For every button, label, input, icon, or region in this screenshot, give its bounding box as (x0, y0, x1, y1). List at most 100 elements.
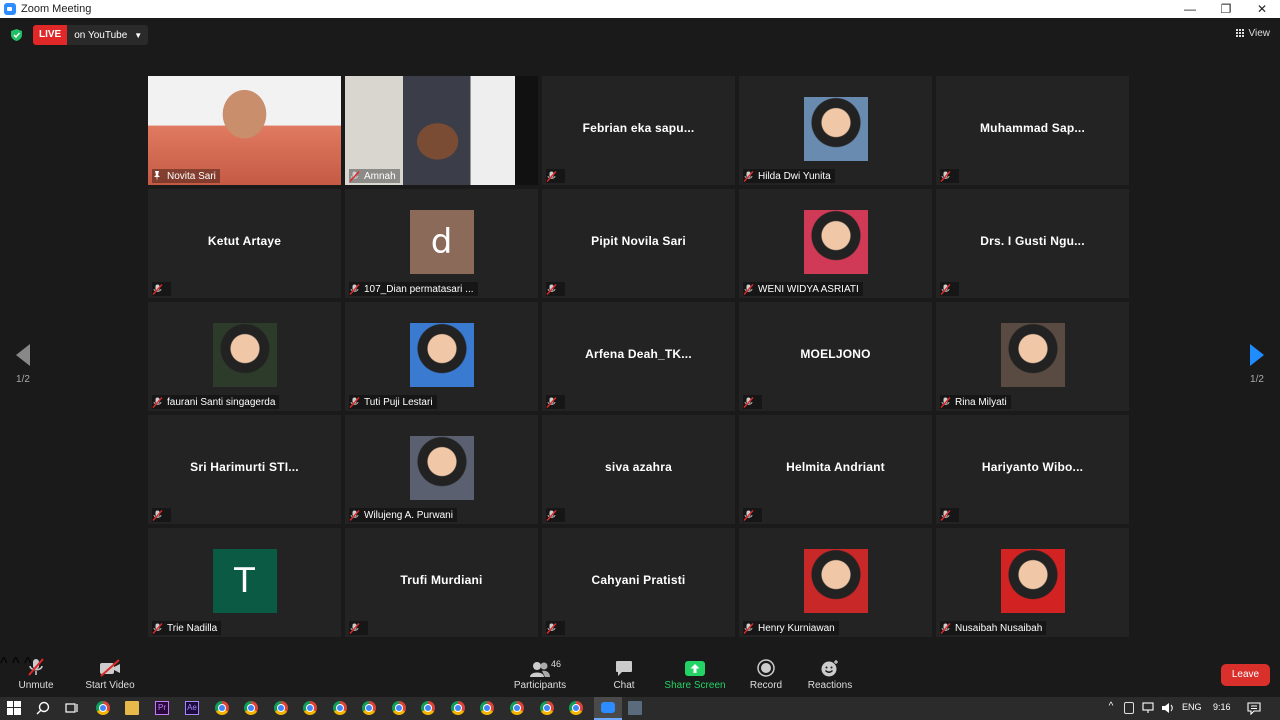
participant-tile[interactable]: Drs. I Gusti Ngu... (936, 189, 1129, 298)
participant-tile[interactable]: Cahyani Pratisti (542, 528, 735, 637)
participant-tile[interactable]: Febrian eka sapu... (542, 76, 735, 185)
participant-name-label (546, 169, 565, 183)
meeting-area: LIVE on YouTube ▼ View 1/2 1/2 Novita Sa… (0, 18, 1280, 655)
participant-center-name: Arfena Deah_TK... (585, 347, 692, 361)
zoom-taskbar-button[interactable] (594, 697, 622, 720)
chrome-taskbar-icon[interactable] (569, 701, 583, 715)
participant-name-label (152, 508, 171, 522)
mic-muted-icon (546, 283, 557, 295)
participants-button[interactable]: Participants (500, 655, 580, 697)
participant-tile[interactable]: Wilujeng A. Purwani (345, 415, 538, 524)
network-icon[interactable] (1142, 701, 1156, 715)
participant-tile[interactable]: Hariyanto Wibo... (936, 415, 1129, 524)
chrome-taskbar-icon[interactable] (274, 701, 288, 715)
after-effects-icon[interactable]: Ae (185, 701, 199, 715)
chrome-taskbar-icon[interactable] (96, 701, 110, 715)
participant-tile[interactable]: Nusaibah Nusaibah (936, 528, 1129, 637)
chevron-up-icon[interactable]: ^ (1104, 701, 1118, 715)
participant-tile[interactable]: Tuti Puji Lestari (345, 302, 538, 411)
chrome-taskbar-icon[interactable] (303, 701, 317, 715)
participant-tile[interactable]: Sri Harimurti STI... (148, 415, 341, 524)
notification-icon[interactable] (1247, 701, 1261, 715)
participant-name: WENI WIDYA ASRIATI (758, 283, 859, 295)
device-tray-icon[interactable] (1124, 702, 1134, 714)
participant-name: Amnah (364, 170, 396, 182)
chrome-taskbar-icon[interactable] (392, 701, 406, 715)
volume-icon[interactable] (1161, 701, 1175, 715)
arrow-left-icon (16, 344, 30, 366)
task-view-icon[interactable] (65, 701, 79, 715)
close-button[interactable]: ✕ (1244, 0, 1280, 18)
participant-tile[interactable]: Muhammad Sap... (936, 76, 1129, 185)
participant-name-label (743, 508, 762, 522)
leave-button[interactable]: Leave (1221, 664, 1270, 686)
live-stream-badge[interactable]: LIVE on YouTube ▼ (33, 25, 149, 45)
chrome-taskbar-icon[interactable] (421, 701, 435, 715)
mic-muted-icon (940, 509, 951, 521)
chrome-taskbar-icon[interactable] (510, 701, 524, 715)
participant-name-label: 107_Dian permatasari ... (349, 282, 478, 296)
security-shield-icon[interactable] (11, 29, 22, 41)
app-taskbar-icon[interactable] (628, 701, 642, 715)
mic-muted-icon (546, 396, 557, 408)
participant-tile[interactable]: d 107_Dian permatasari ... (345, 189, 538, 298)
participant-tile[interactable]: Henry Kurniawan (739, 528, 932, 637)
share-screen-button[interactable]: Share Screen (655, 655, 735, 697)
participant-tile[interactable]: siva azahra (542, 415, 735, 524)
language-indicator[interactable]: ENG (1182, 702, 1202, 712)
chat-button[interactable]: Chat (584, 655, 664, 697)
participant-center-name: Helmita Andriant (786, 460, 885, 474)
mic-muted-icon (349, 283, 360, 295)
participants-label: Participants (513, 680, 567, 691)
pin-icon (154, 171, 160, 181)
participant-tile[interactable]: Ketut Artaye (148, 189, 341, 298)
start-video-button[interactable]: Start Video (70, 655, 150, 697)
reactions-button[interactable]: Reactions (790, 655, 870, 697)
participant-tile[interactable]: Hilda Dwi Yunita (739, 76, 932, 185)
mic-muted-icon (349, 170, 360, 182)
mic-muted-icon (349, 509, 360, 521)
participant-tile[interactable]: Arfena Deah_TK... (542, 302, 735, 411)
next-page-button[interactable]: 1/2 (1247, 344, 1267, 385)
participant-center-name: Sri Harimurti STI... (190, 460, 299, 474)
participant-tile[interactable]: Pipit Novila Sari (542, 189, 735, 298)
participant-tile[interactable]: Rina Milyati (936, 302, 1129, 411)
chrome-taskbar-icon[interactable] (333, 701, 347, 715)
unmute-button[interactable]: Unmute (0, 655, 76, 697)
participant-tile[interactable]: WENI WIDYA ASRIATI (739, 189, 932, 298)
file-explorer-icon[interactable] (125, 701, 139, 715)
participant-name-label (349, 621, 368, 635)
view-label: View (1248, 28, 1271, 39)
participant-name-label: Henry Kurniawan (743, 621, 839, 635)
premiere-pro-icon[interactable]: Pr (155, 701, 169, 715)
chrome-taskbar-icon[interactable] (540, 701, 554, 715)
chevron-down-icon: ▼ (134, 30, 143, 40)
participant-avatar (803, 210, 868, 274)
participant-tile[interactable]: MOELJONO (739, 302, 932, 411)
participant-tile[interactable]: Amnah (345, 76, 538, 185)
participant-tile[interactable]: Novita Sari (148, 76, 341, 185)
windows-taskbar: Pr Ae ^ ENG 9:16 (0, 697, 1280, 720)
chrome-taskbar-icon[interactable] (480, 701, 494, 715)
participant-tile[interactable]: Trufi Murdiani (345, 528, 538, 637)
participant-center-name: Febrian eka sapu... (582, 121, 695, 135)
clock-time[interactable]: 9:16 (1213, 702, 1231, 712)
chrome-taskbar-icon[interactable] (362, 701, 376, 715)
windows-start-icon[interactable] (7, 701, 21, 715)
participant-tile[interactable]: faurani Santi singagerda (148, 302, 341, 411)
previous-page-button[interactable]: 1/2 (13, 344, 33, 385)
search-icon[interactable] (36, 701, 50, 715)
chrome-taskbar-icon[interactable] (244, 701, 258, 715)
chrome-taskbar-icon[interactable] (451, 701, 465, 715)
minimize-button[interactable]: — (1172, 0, 1208, 18)
restore-button[interactable]: ❐ (1208, 0, 1244, 18)
view-button[interactable]: View (1235, 28, 1271, 39)
zoom-taskbar-icon (601, 702, 615, 713)
chrome-taskbar-icon[interactable] (215, 701, 229, 715)
participant-avatar (803, 549, 868, 613)
participant-name-label: Hilda Dwi Yunita (743, 169, 835, 183)
participant-tile[interactable]: T Trie Nadilla (148, 528, 341, 637)
participant-name-label: Tuti Puji Lestari (349, 395, 437, 409)
participant-tile[interactable]: Helmita Andriant (739, 415, 932, 524)
participant-name-label (546, 395, 565, 409)
